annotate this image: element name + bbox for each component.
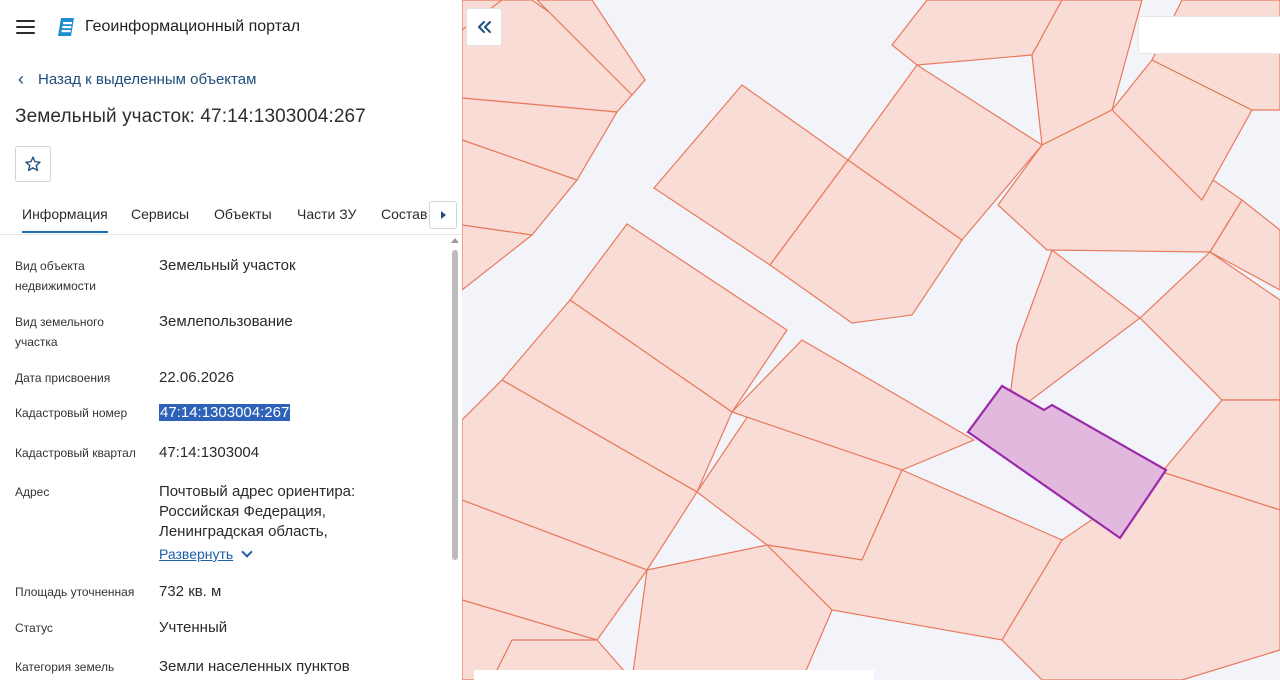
tab-bar: Информация Сервисы Объекты Части ЗУ Сост… bbox=[0, 196, 462, 235]
property-value: 47:14:1303004 bbox=[159, 444, 260, 461]
double-chevron-left-icon bbox=[478, 21, 491, 33]
property-label: Вид земельного участка bbox=[15, 315, 104, 349]
expand-address-toggle[interactable]: Развернуть bbox=[159, 542, 429, 565]
address-line: Ленинградская область, bbox=[159, 523, 328, 540]
triangle-right-icon bbox=[440, 211, 446, 219]
property-value: Учтенный bbox=[159, 619, 228, 636]
expand-link[interactable]: Развернуть bbox=[159, 544, 233, 564]
tab-objects[interactable]: Объекты bbox=[214, 206, 272, 222]
map-view[interactable] bbox=[462, 0, 1280, 680]
scroll-up-arrow-icon[interactable] bbox=[451, 238, 459, 243]
land-parcel bbox=[1006, 249, 1141, 420]
property-label: Статус bbox=[15, 621, 53, 635]
tab-parts[interactable]: Части ЗУ bbox=[297, 206, 356, 222]
favorite-button[interactable] bbox=[15, 146, 51, 182]
properties-scrollbar[interactable] bbox=[450, 238, 460, 680]
portal-logo-icon bbox=[58, 18, 74, 36]
cadastral-map[interactable] bbox=[462, 0, 1280, 680]
address-value: Почтовый адрес ориентира: Российская Фед… bbox=[159, 482, 429, 565]
property-label: Кадастровый номер bbox=[15, 406, 128, 420]
property-value: Земельный участок bbox=[159, 257, 296, 274]
tab-information[interactable]: Информация bbox=[22, 206, 108, 233]
property-value: 22.06.2026 bbox=[159, 369, 235, 386]
property-value: Земли населенных пунктов bbox=[159, 658, 350, 675]
property-label: Дата присвоения bbox=[15, 371, 111, 385]
chevron-left-icon: ‹ bbox=[18, 68, 24, 89]
top-bar: Геоинформационный портал bbox=[0, 0, 462, 56]
collapse-panel-button[interactable] bbox=[466, 8, 502, 46]
tab-composition[interactable]: Состав bbox=[381, 206, 427, 222]
tab-services[interactable]: Сервисы bbox=[131, 206, 189, 222]
property-value: Землепользование bbox=[159, 313, 293, 330]
back-link-label: Назад к выделенным объектам bbox=[38, 70, 257, 88]
cadastral-number-value[interactable]: 47:14:1303004:267 bbox=[159, 404, 291, 421]
property-label: Кадастровый квартал bbox=[15, 446, 136, 460]
address-line: Российская Федерация, bbox=[159, 503, 326, 520]
chevron-down-icon bbox=[241, 546, 253, 558]
property-label: Адрес bbox=[15, 485, 50, 499]
property-value: 732 кв. м bbox=[159, 583, 222, 600]
address-line: Почтовый адрес ориентира: bbox=[159, 483, 356, 500]
property-label: Площадь уточненная bbox=[15, 585, 135, 599]
property-label: Категория земель bbox=[15, 660, 115, 674]
tabs-next-button[interactable] bbox=[429, 201, 457, 229]
info-panel: Геоинформационный портал ‹ Назад к выдел… bbox=[0, 0, 463, 680]
map-bottom-bar bbox=[474, 670, 874, 680]
hamburger-icon[interactable] bbox=[16, 18, 36, 36]
scroll-thumb[interactable] bbox=[452, 250, 458, 560]
page-title: Земельный участок: 47:14:1303004:267 bbox=[15, 106, 366, 127]
land-parcel bbox=[462, 224, 534, 291]
property-label: Вид объекта недвижимости bbox=[15, 259, 96, 293]
back-to-selected-link[interactable]: ‹ Назад к выделенным объектам bbox=[18, 68, 256, 90]
properties-list: Вид объекта недвижимости Земельный участ… bbox=[0, 238, 448, 680]
star-outline-icon bbox=[25, 156, 41, 172]
app-title: Геоинформационный портал bbox=[85, 18, 301, 35]
map-search-box[interactable] bbox=[1138, 16, 1280, 54]
